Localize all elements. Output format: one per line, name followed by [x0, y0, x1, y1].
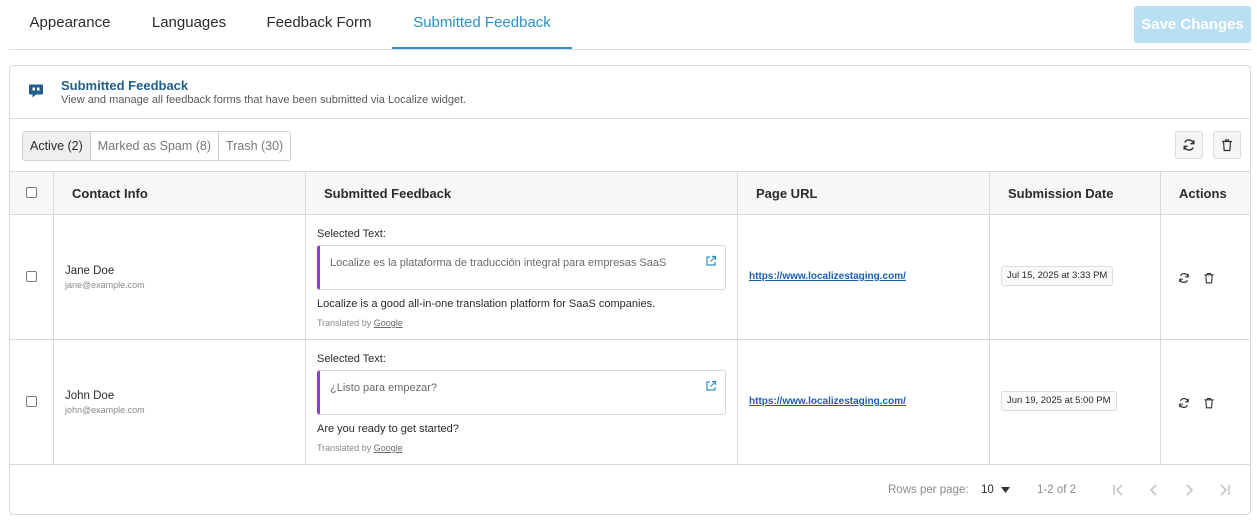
translated-by-label: Translated by [317, 318, 372, 328]
selected-text-quote: Localize es la plataforma de traducción … [317, 245, 726, 290]
rows-per-page-label: Rows per page: [888, 484, 969, 496]
trash-icon[interactable] [1203, 272, 1215, 284]
selected-text-label: Selected Text: [317, 353, 386, 365]
contact-email: jane@example.com [65, 280, 145, 290]
translated-by: Translated by Google [317, 443, 403, 453]
top-tab-bar: Appearance Languages Feedback Form Submi… [9, 0, 1251, 50]
contact-email: john@example.com [65, 405, 145, 415]
selected-text: ¿Listo para empezar? [330, 382, 437, 394]
contact-name: Jane Doe [65, 265, 115, 277]
select-all-checkbox[interactable] [26, 187, 37, 198]
rows-per-page-value: 10 [981, 484, 994, 496]
external-link-icon[interactable] [705, 380, 717, 392]
column-submitted-feedback: Submitted Feedback [324, 186, 452, 201]
row-checkbox[interactable] [26, 396, 37, 407]
translator-link[interactable]: Google [374, 318, 403, 328]
panel-title: Submitted Feedback [61, 78, 189, 93]
tab-languages[interactable]: Languages [145, 0, 233, 49]
table-row: John Doe john@example.com Selected Text:… [10, 340, 1250, 465]
table-row: Jane Doe jane@example.com Selected Text:… [10, 215, 1250, 340]
tab-appearance[interactable]: Appearance [21, 0, 119, 49]
first-page-icon[interactable] [1110, 482, 1126, 498]
pagination-range: 1-2 of 2 [1037, 484, 1076, 496]
panel-subtitle: View and manage all feedback forms that … [61, 94, 467, 106]
tab-feedback-form[interactable]: Feedback Form [259, 0, 379, 49]
submitted-feedback-panel: Submitted Feedback View and manage all f… [9, 65, 1251, 515]
feedback-icon [29, 84, 43, 98]
translated-by-label: Translated by [317, 443, 372, 453]
tab-submitted-feedback[interactable]: Submitted Feedback [392, 0, 572, 49]
column-actions: Actions [1179, 186, 1227, 201]
submission-date-badge: Jun 19, 2025 at 5:00 PM [1001, 391, 1117, 411]
selected-text: Localize es la plataforma de traducción … [330, 257, 667, 269]
row-checkbox[interactable] [26, 271, 37, 282]
column-page-url: Page URL [756, 186, 818, 201]
trash-icon[interactable] [1203, 397, 1215, 409]
contact-name: John Doe [65, 390, 115, 402]
pagination-footer: Rows per page: 10 1-2 of 2 [10, 466, 1250, 514]
last-page-icon[interactable] [1217, 482, 1233, 498]
column-submission-date: Submission Date [1008, 186, 1114, 201]
filter-trash[interactable]: Trash (30) [219, 132, 291, 160]
trash-icon [1222, 139, 1232, 152]
selected-text-quote: ¿Listo para empezar? [317, 370, 726, 415]
status-filter-group: Active (2) Marked as Spam (8) Trash (30) [22, 131, 292, 161]
page-url-link[interactable]: https://www.localizestaging.com/ [749, 396, 906, 407]
page-url-link[interactable]: https://www.localizestaging.com/ [749, 271, 906, 282]
prev-page-icon[interactable] [1146, 482, 1162, 498]
panel-header: Submitted Feedback View and manage all f… [10, 66, 1250, 119]
delete-all-button[interactable] [1213, 131, 1241, 159]
column-contact-info: Contact Info [72, 186, 148, 201]
translator-link[interactable]: Google [374, 443, 403, 453]
filter-spam[interactable]: Marked as Spam (8) [90, 132, 220, 160]
table-header: Contact Info Submitted Feedback Page URL… [10, 171, 1250, 215]
translated-text: Are you ready to get started? [317, 423, 459, 435]
rows-per-page-select[interactable]: 10 [981, 484, 1010, 496]
filter-active[interactable]: Active (2) [23, 132, 91, 160]
restore-icon[interactable] [1178, 397, 1190, 409]
caret-down-icon [1001, 486, 1010, 493]
external-link-icon[interactable] [705, 255, 717, 267]
translated-by: Translated by Google [317, 318, 403, 328]
refresh-button[interactable] [1175, 131, 1203, 159]
save-changes-button[interactable]: Save Changes [1134, 6, 1251, 43]
translated-text: Localize is a good all-in-one translatio… [317, 298, 656, 310]
next-page-icon[interactable] [1181, 482, 1197, 498]
selected-text-label: Selected Text: [317, 228, 386, 240]
submission-date-badge: Jul 15, 2025 at 3:33 PM [1001, 266, 1114, 286]
refresh-icon [1183, 139, 1195, 151]
restore-icon[interactable] [1178, 272, 1190, 284]
